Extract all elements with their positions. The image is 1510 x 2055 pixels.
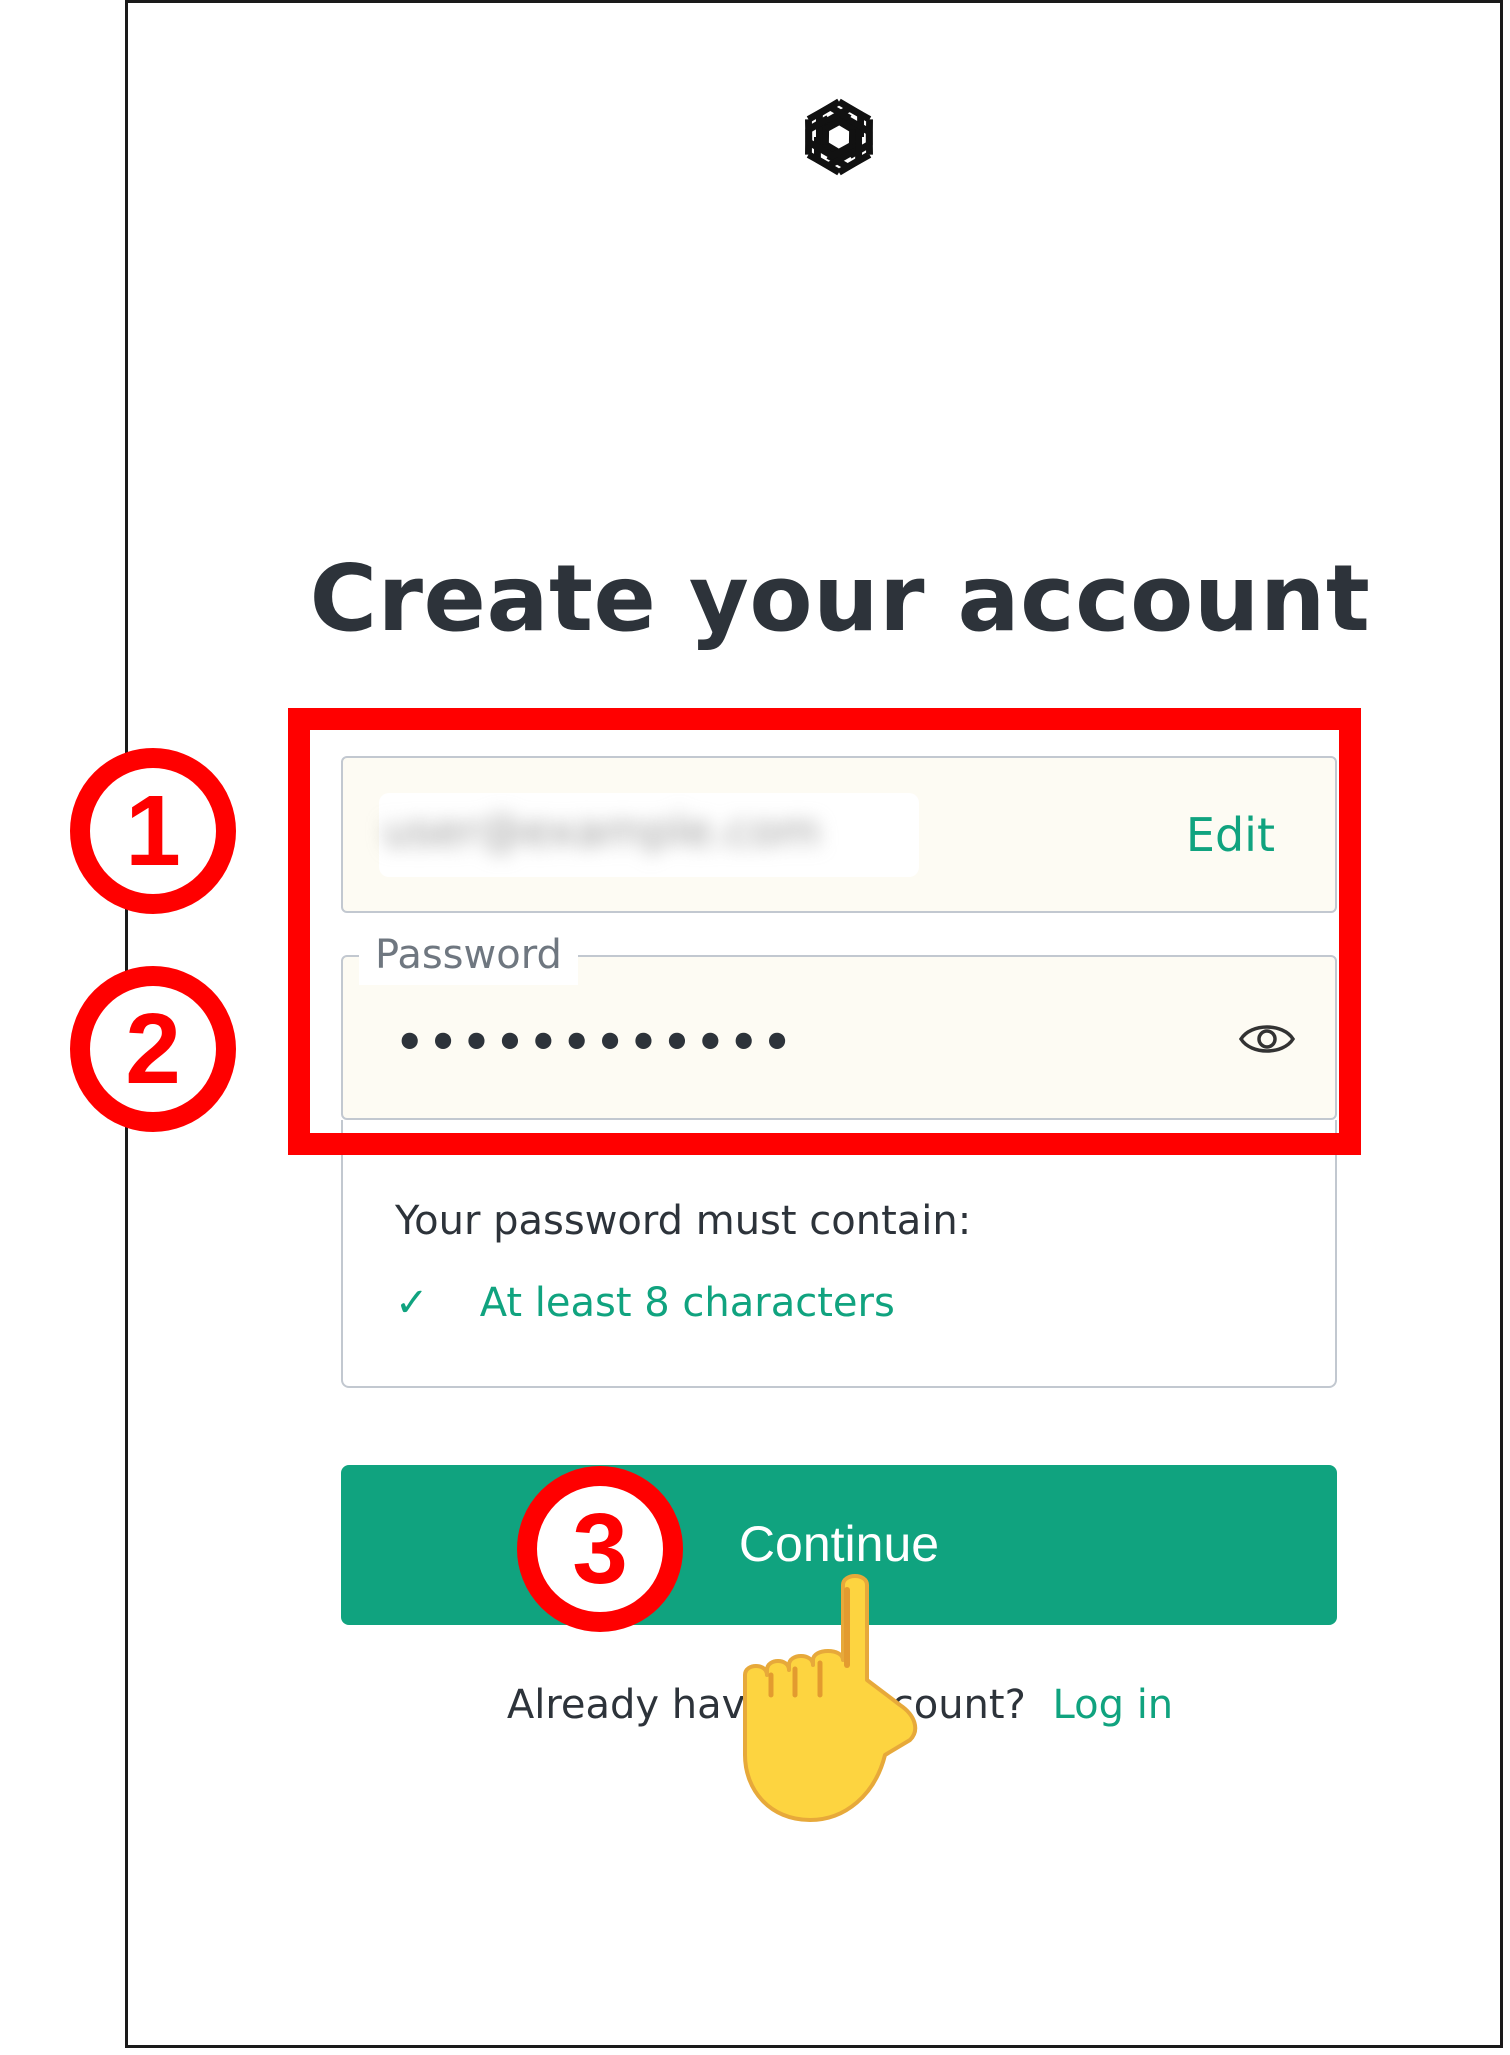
password-requirements: Your password must contain: ✓ At least 8… [341, 1120, 1337, 1388]
requirements-title: Your password must contain: [395, 1198, 972, 1244]
step-marker-1: 1 [70, 748, 236, 914]
login-link[interactable]: Log in [1053, 1682, 1174, 1728]
tutorial-screenshot: Create your account user@example.com Edi… [0, 0, 1510, 2055]
page-title: Create your account [309, 545, 1371, 652]
requirement-item: ✓ At least 8 characters [395, 1280, 895, 1326]
requirement-label: At least 8 characters [479, 1280, 895, 1326]
step-marker-2: 2 [70, 966, 236, 1132]
step-marker-3: 3 [517, 1466, 683, 1632]
highlight-box [288, 708, 1361, 1155]
openai-logo-icon [805, 98, 873, 176]
check-icon: ✓ [395, 1280, 429, 1326]
pointing-hand-icon [743, 1574, 918, 1822]
